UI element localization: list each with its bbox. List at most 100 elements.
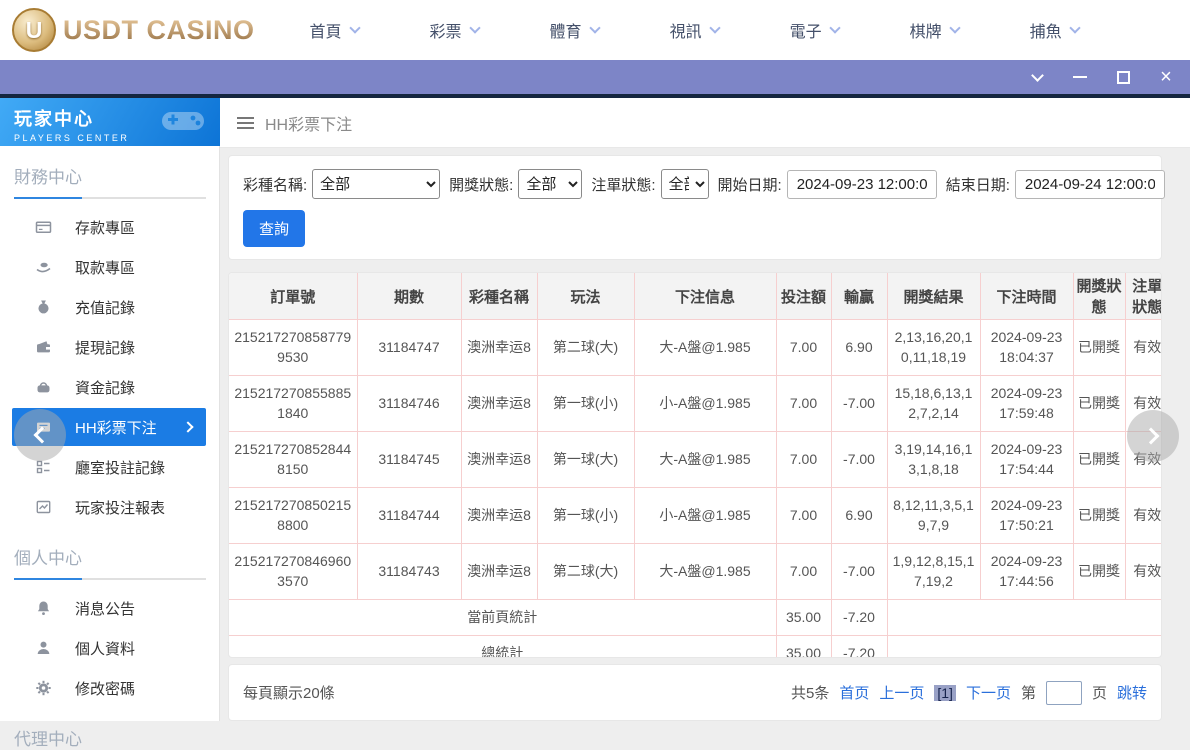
table-row: 2152172708528448150 31184745 澳洲幸运8 第一球(大…	[229, 432, 1162, 488]
room-records-icon	[34, 459, 52, 475]
page-title: HH彩票下注	[265, 111, 352, 135]
close-icon[interactable]: ×	[1158, 69, 1174, 85]
chevron-down-icon	[469, 22, 480, 33]
sidebar-item-announcements[interactable]: 消息公告	[0, 588, 220, 628]
start-date-label: 開始日期:	[718, 174, 782, 195]
gamepad-icon	[160, 106, 206, 136]
page-suffix: 页	[1092, 682, 1107, 703]
person-icon	[34, 640, 52, 656]
col-draw-result: 開獎結果	[887, 273, 980, 320]
col-bet-amount: 投注額	[776, 273, 831, 320]
page-summary-label: 當前頁統計	[229, 600, 776, 636]
bell-icon	[34, 600, 52, 616]
draw-status-label: 開獎狀態:	[449, 174, 513, 195]
first-page-link[interactable]: 首页	[839, 682, 869, 703]
lottery-name-label: 彩種名稱:	[243, 174, 307, 195]
chevron-right-icon	[182, 421, 193, 432]
lottery-name-select[interactable]: 全部	[312, 169, 440, 199]
nav-item-fishing[interactable]: 捕魚	[1030, 18, 1079, 42]
end-date-input[interactable]	[1015, 170, 1165, 199]
breadcrumb: HH彩票下注	[220, 98, 1190, 148]
jump-link[interactable]: 跳转	[1117, 682, 1147, 703]
main-nav: 首頁 彩票 體育 視訊 電子 棋牌 捕魚	[310, 18, 1079, 42]
filter-panel: 彩種名稱: 全部 開獎狀態: 全部 注單狀態: 全部 開始日期:	[228, 155, 1162, 260]
players-center-banner: 玩家中心 PLAYERS CENTER	[0, 98, 220, 146]
col-bet-time: 下注時間	[980, 273, 1073, 320]
total-count: 共5条	[791, 682, 829, 703]
jump-page-input[interactable]	[1046, 681, 1082, 705]
sidebar-item-change-password[interactable]: 修改密碼	[0, 668, 220, 708]
sidebar-item-recharge-records[interactable]: 充值記錄	[0, 287, 220, 327]
page-prefix: 第	[1021, 682, 1036, 703]
section-finance-center: 財務中心	[14, 163, 206, 188]
search-button[interactable]: 查詢	[243, 210, 305, 247]
app-window: U USDT CASINO 首頁 彩票 體育 視訊 電子 棋牌 捕魚 × 玩家中…	[0, 0, 1190, 721]
table-footer: 每頁顯示20條 共5条 首页 上一页 [1] 下一页 第 页 跳转	[228, 664, 1162, 721]
bets-table: 訂單號 期數 彩種名稱 玩法 下注信息 投注額 輸贏 開獎結果 下注時間 開獎狀…	[229, 273, 1162, 658]
total-summary-row: 總統計 35.00 -7.20	[229, 636, 1162, 659]
moneybag-icon	[34, 299, 52, 315]
start-date-input[interactable]	[787, 170, 937, 199]
collapse-icon[interactable]	[1029, 69, 1045, 85]
nav-item-slots[interactable]: 電子	[790, 18, 839, 42]
chevron-down-icon	[349, 22, 360, 33]
deposit-card-icon	[34, 219, 52, 235]
chevron-down-icon	[1069, 22, 1080, 33]
current-page[interactable]: [1]	[934, 685, 956, 701]
main-content: HH彩票下注 彩種名稱: 全部 開獎狀態: 全部 注單狀態: 全部	[220, 98, 1190, 721]
window-titlebar: ×	[0, 60, 1190, 94]
chevron-down-icon	[949, 22, 960, 33]
nav-item-live[interactable]: 視訊	[670, 18, 719, 42]
wallet-icon	[34, 339, 52, 355]
col-draw-status: 開獎狀態	[1073, 273, 1125, 320]
sidebar-item-profile[interactable]: 個人資料	[0, 628, 220, 668]
nav-item-sports[interactable]: 體育	[550, 18, 599, 42]
order-status-select[interactable]: 全部	[661, 169, 709, 199]
page-size-text: 每頁顯示20條	[243, 682, 335, 703]
col-bet-info: 下注信息	[634, 273, 776, 320]
section-agent-center: 代理中心	[14, 725, 206, 750]
prev-page-link[interactable]: 上一页	[879, 682, 924, 703]
brand-name: USDT CASINO	[63, 15, 255, 46]
section-divider	[14, 197, 206, 199]
minimize-icon[interactable]	[1072, 69, 1088, 85]
sidebar-item-fund-records[interactable]: 資金記錄	[0, 367, 220, 407]
chevron-down-icon	[589, 22, 600, 33]
sidebar-item-withdraw[interactable]: 取款專區	[0, 247, 220, 287]
maximize-icon[interactable]	[1115, 69, 1131, 85]
col-play: 玩法	[537, 273, 634, 320]
end-date-label: 結束日期:	[946, 174, 1010, 195]
chevron-down-icon	[709, 22, 720, 33]
chevron-right-icon	[1143, 428, 1160, 445]
table-row: 2152172708587799530 31184747 澳洲幸运8 第二球(大…	[229, 320, 1162, 376]
chevron-left-icon	[34, 427, 51, 444]
page-summary-row: 當前頁統計 35.00 -7.20	[229, 600, 1162, 636]
brand-logo[interactable]: U USDT CASINO	[12, 8, 255, 52]
withdraw-hand-icon	[34, 259, 52, 275]
finance-menu: 存款專區 取款專區 充值記錄 提現記錄 資金記錄	[0, 207, 220, 527]
gear-icon	[34, 680, 52, 696]
usdt-coin-icon: U	[12, 8, 56, 52]
nav-item-home[interactable]: 首頁	[310, 18, 359, 42]
expand-panel-button[interactable]	[1127, 410, 1179, 462]
table-header-row: 訂單號 期數 彩種名稱 玩法 下注信息 投注額 輸贏 開獎結果 下注時間 開獎狀…	[229, 273, 1162, 320]
menu-toggle-icon[interactable]	[237, 117, 254, 129]
draw-status-select[interactable]: 全部	[518, 169, 582, 199]
next-page-link[interactable]: 下一页	[966, 682, 1011, 703]
order-status-label: 注單狀態:	[591, 174, 655, 195]
section-personal-center: 個人中心	[14, 544, 206, 569]
nav-item-lottery[interactable]: 彩票	[430, 18, 479, 42]
col-order-no: 訂單號	[229, 273, 357, 320]
nav-item-cards[interactable]: 棋牌	[910, 18, 959, 42]
sidebar-item-deposit[interactable]: 存款專區	[0, 207, 220, 247]
table-row: 2152172708469603570 31184743 澳洲幸运8 第二球(大…	[229, 544, 1162, 600]
table-row: 2152172708558851840 31184746 澳洲幸运8 第一球(小…	[229, 376, 1162, 432]
sidebar-item-withdrawal-records[interactable]: 提現記錄	[0, 327, 220, 367]
chevron-down-icon	[829, 22, 840, 33]
collapse-sidebar-button[interactable]	[14, 409, 66, 461]
table-row: 2152172708502158800 31184744 澳洲幸运8 第一球(小…	[229, 488, 1162, 544]
section-divider	[14, 578, 206, 580]
col-order-status: 注單狀態	[1125, 273, 1162, 320]
sidebar-item-player-bet-report[interactable]: 玩家投注報表	[0, 487, 220, 527]
personal-menu: 消息公告 個人資料 修改密碼	[0, 588, 220, 708]
